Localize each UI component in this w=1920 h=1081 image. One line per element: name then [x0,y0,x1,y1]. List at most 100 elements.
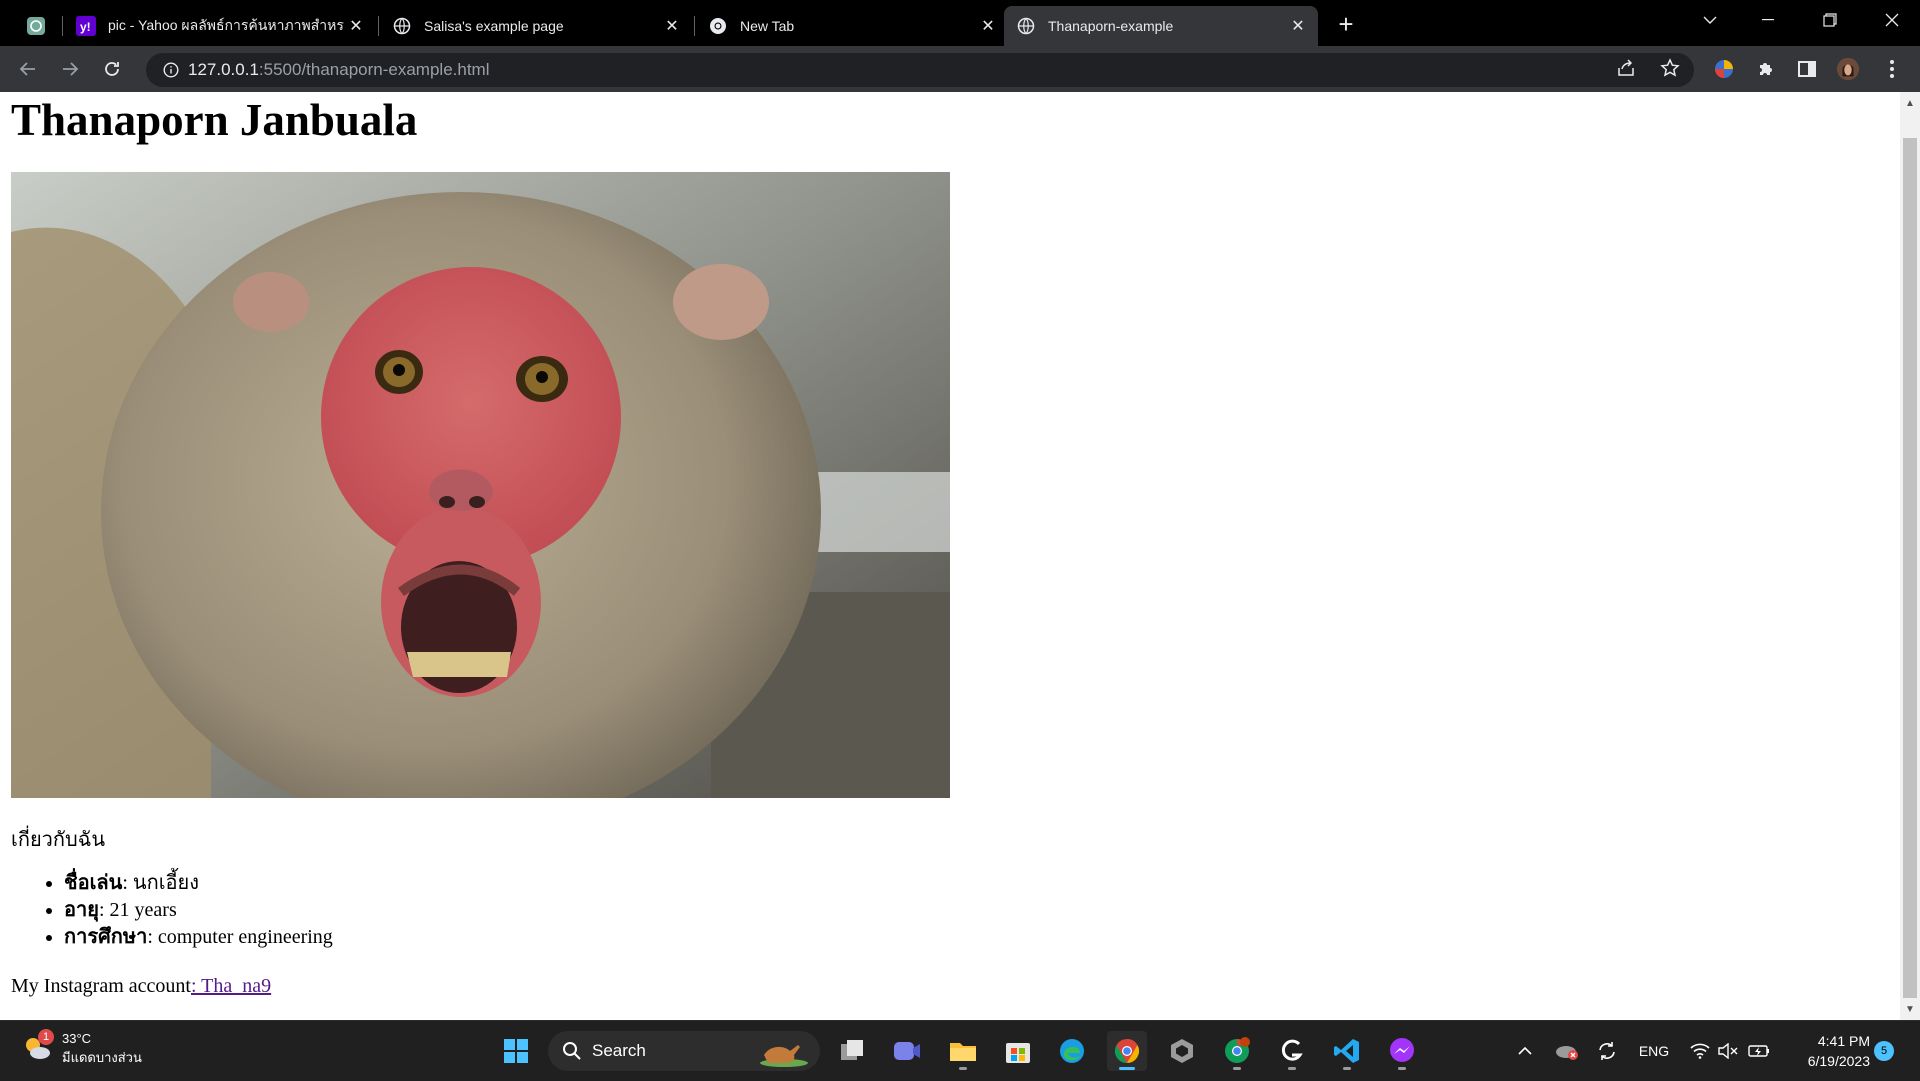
show-hidden-icons-chevron-icon[interactable] [1512,1021,1538,1081]
site-info-icon[interactable] [154,62,188,78]
file-explorer-icon[interactable] [943,1031,983,1071]
tab-chatgpt[interactable] [14,6,60,46]
browser-toolbar: 127.0.0.1:5500/thanaporn-example.html [0,46,1920,92]
unity-hub-icon[interactable] [1162,1031,1202,1071]
menu-kebab-icon[interactable] [1880,57,1904,81]
weather-widget[interactable]: 1 33°C มีแดดบางส่วน [22,1029,142,1067]
chrome-taskbar-icon[interactable] [1107,1031,1147,1071]
chrome-icon [708,16,728,36]
instagram-link[interactable]: : Tha_na9 [191,975,271,997]
wifi-icon[interactable] [1688,1021,1712,1081]
info-list: ชื่อเล่น: นกเอี้ยง อายุ: 21 years การศึก… [64,870,333,951]
list-item-age: อายุ: 21 years [64,897,333,924]
address-bar[interactable]: 127.0.0.1:5500/thanaporn-example.html [146,53,1694,87]
page-viewport: Thanaporn Janbuala เกี่ยวกับฉัน • ชื่อเล… [0,92,1900,1020]
github-desktop-icon[interactable] [1272,1031,1312,1071]
weather-temp: 33°C [62,1031,92,1046]
tab-title: Salisa's example page [424,18,564,34]
reload-icon[interactable] [98,55,126,83]
scroll-down-arrow-icon[interactable]: ▼ [1900,1000,1920,1018]
tab-separator [694,16,695,36]
notification-badge[interactable]: 5 [1874,1041,1894,1061]
search-icon [562,1041,582,1061]
microsoft-store-icon[interactable] [998,1031,1038,1071]
running-indicator [1233,1067,1241,1070]
chrome-profile-taskbar-icon[interactable] [1217,1031,1257,1071]
extension-colorful-icon[interactable] [1712,57,1736,81]
battery-charging-icon[interactable] [1746,1021,1772,1081]
chatgpt-icon [26,16,46,36]
tab-search-chevron-icon[interactable] [1682,0,1738,40]
running-indicator [1288,1067,1296,1070]
url-host: 127.0.0.1 [188,60,259,79]
onedrive-error-icon[interactable] [1552,1021,1582,1081]
close-window-icon[interactable] [1864,0,1920,40]
sync-icon[interactable] [1592,1021,1622,1081]
tab-separator [62,16,63,36]
running-indicator [1398,1067,1406,1070]
info-value: : computer engineering [147,926,333,948]
page-scrollbar[interactable]: ▲ ▼ [1900,92,1920,1020]
extensions-puzzle-icon[interactable] [1754,57,1778,81]
close-icon[interactable]: ✕ [976,14,1000,38]
clock-time: 4:41 PM [1817,1033,1870,1049]
vscode-icon[interactable] [1327,1031,1367,1071]
scrollbar-thumb[interactable] [1903,138,1917,998]
instagram-prefix: My Instagram account [11,975,191,997]
globe-icon [392,16,412,36]
about-heading: เกี่ยวกับฉัน [11,829,105,851]
info-value: : นกเอี้ยง [122,872,200,894]
task-view-icon[interactable] [832,1031,872,1071]
close-icon[interactable]: ✕ [1286,14,1310,38]
url-text: 127.0.0.1:5500/thanaporn-example.html [188,60,490,80]
list-item-nickname: ชื่อเล่น: นกเอี้ยง [64,870,333,897]
messenger-icon[interactable] [1382,1031,1422,1071]
close-icon[interactable]: ✕ [660,14,684,38]
search-label: Search [592,1041,646,1060]
tab-title: Thanaporn-example [1048,18,1174,34]
start-windows-icon[interactable] [496,1031,536,1071]
weather-desc: มีแดดบางส่วน [62,1050,142,1065]
tab-strip: y! pic - Yahoo ผลลัพธ์การค้นหาภาพสำหร ✕ … [0,0,1920,46]
info-label: การศึกษา [64,926,148,948]
bookmark-star-icon[interactable] [1660,57,1680,83]
volume-muted-icon[interactable] [1716,1021,1740,1081]
url-path: :5500/thanaporn-example.html [258,60,490,79]
info-label: ชื่อเล่น [64,872,123,894]
minimize-icon[interactable] [1740,0,1796,40]
taskbar-search[interactable]: Search [548,1031,820,1071]
tab-salisa[interactable]: Salisa's example page ✕ [380,6,692,46]
close-icon[interactable]: ✕ [344,14,368,38]
tab-yahoo[interactable]: y! pic - Yahoo ผลลัพธ์การค้นหาภาพสำหร ✕ [64,6,376,46]
tab-thanaporn[interactable]: Thanaporn-example ✕ [1004,6,1318,46]
info-label: อายุ [64,899,99,921]
edge-browser-icon[interactable] [1052,1031,1092,1071]
side-panel-icon[interactable] [1795,57,1819,81]
globe-icon [1016,16,1036,36]
info-value: : 21 years [98,899,177,921]
restore-icon[interactable] [1802,0,1858,40]
teams-chat-icon[interactable] [887,1031,927,1071]
instagram-line: My Instagram account: Tha_na9 [11,975,271,998]
running-indicator [1343,1067,1351,1070]
tab-new-tab[interactable]: New Tab ✕ [696,6,1008,46]
forward-icon[interactable] [56,55,84,83]
running-indicator [959,1067,967,1070]
monkey-photo [11,172,950,798]
language-indicator[interactable]: ENG [1634,1021,1674,1081]
weather-badge: 1 [38,1029,54,1045]
profile-avatar[interactable] [1836,57,1860,81]
back-icon[interactable] [14,55,42,83]
clock[interactable]: 4:41 PM 6/19/2023 [1780,1031,1870,1071]
list-item-education: การศึกษา: computer engineering [64,924,333,951]
search-highlight-kangaroo-icon [754,1035,810,1072]
new-tab-button[interactable]: + [1332,9,1360,39]
windows-taskbar: 1 33°C มีแดดบางส่วน Search ENG 4:41 PM 6… [0,1020,1920,1080]
share-icon[interactable] [1616,58,1636,83]
tab-separator [378,16,379,36]
weather-icon: 1 [22,1029,54,1063]
scroll-up-arrow-icon[interactable]: ▲ [1900,94,1920,112]
tab-title: New Tab [740,18,795,34]
clock-date: 6/19/2023 [1807,1053,1870,1069]
svg-text:y!: y! [80,20,91,34]
